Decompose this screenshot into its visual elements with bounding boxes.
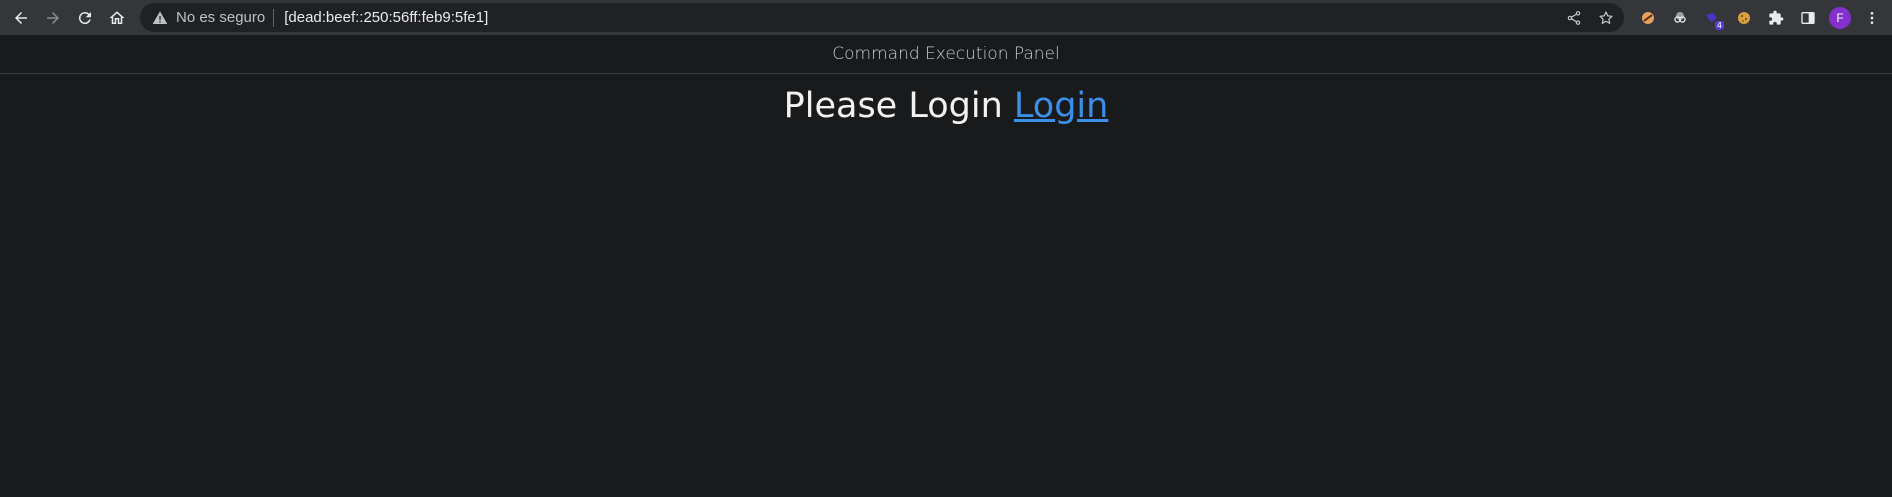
cookie-button[interactable]: [1730, 4, 1758, 32]
reload-button[interactable]: [69, 2, 101, 34]
extension-1-button[interactable]: [1634, 4, 1662, 32]
browser-toolbar: No es seguro [dead:beef::250:56ff:feb9:5…: [0, 0, 1892, 35]
extension-1-icon: [1642, 11, 1654, 24]
puzzle-icon: [1769, 10, 1784, 25]
browser-menu-button[interactable]: [1858, 4, 1886, 32]
avatar: F: [1829, 6, 1851, 29]
url-text[interactable]: [dead:beef::250:56ff:feb9:5fe1]: [284, 9, 488, 26]
login-prompt: Please Login: [783, 86, 1003, 126]
login-link[interactable]: Login: [1014, 86, 1108, 126]
side-panel-icon: [1801, 11, 1815, 24]
page-title: Command Execution Panel: [832, 44, 1060, 64]
share-icon: [1567, 10, 1581, 25]
extension-2-button[interactable]: [1666, 4, 1694, 32]
extension-2-icon: [1674, 11, 1686, 23]
extension-badge: 4: [1714, 20, 1724, 30]
forward-icon: [47, 11, 59, 24]
cookie-icon: [1738, 11, 1750, 24]
bookmark-button[interactable]: [1594, 6, 1618, 30]
warning-icon[interactable]: [152, 10, 168, 26]
extensions-menu-button[interactable]: [1762, 4, 1790, 32]
bookmark-star-icon: [1599, 10, 1613, 24]
forward-button[interactable]: [37, 2, 69, 34]
back-icon: [15, 11, 27, 24]
security-status[interactable]: No es seguro: [176, 9, 265, 26]
home-icon: [109, 10, 125, 24]
address-bar[interactable]: No es seguro [dead:beef::250:56ff:feb9:5…: [140, 3, 1624, 32]
extensions-bar: 4 F: [1634, 3, 1886, 32]
reload-icon: [78, 11, 91, 24]
page-header: Command Execution Panel: [0, 35, 1892, 74]
back-button[interactable]: [5, 2, 37, 34]
side-panel-button[interactable]: [1794, 4, 1822, 32]
extension-3-button[interactable]: 4: [1698, 4, 1726, 32]
profile-button[interactable]: F: [1826, 4, 1854, 32]
home-button[interactable]: [101, 2, 133, 34]
more-vert-icon: [1870, 11, 1874, 24]
share-button[interactable]: [1562, 6, 1586, 30]
address-separator: [273, 8, 275, 27]
login-message: Please Login Login: [0, 86, 1892, 126]
